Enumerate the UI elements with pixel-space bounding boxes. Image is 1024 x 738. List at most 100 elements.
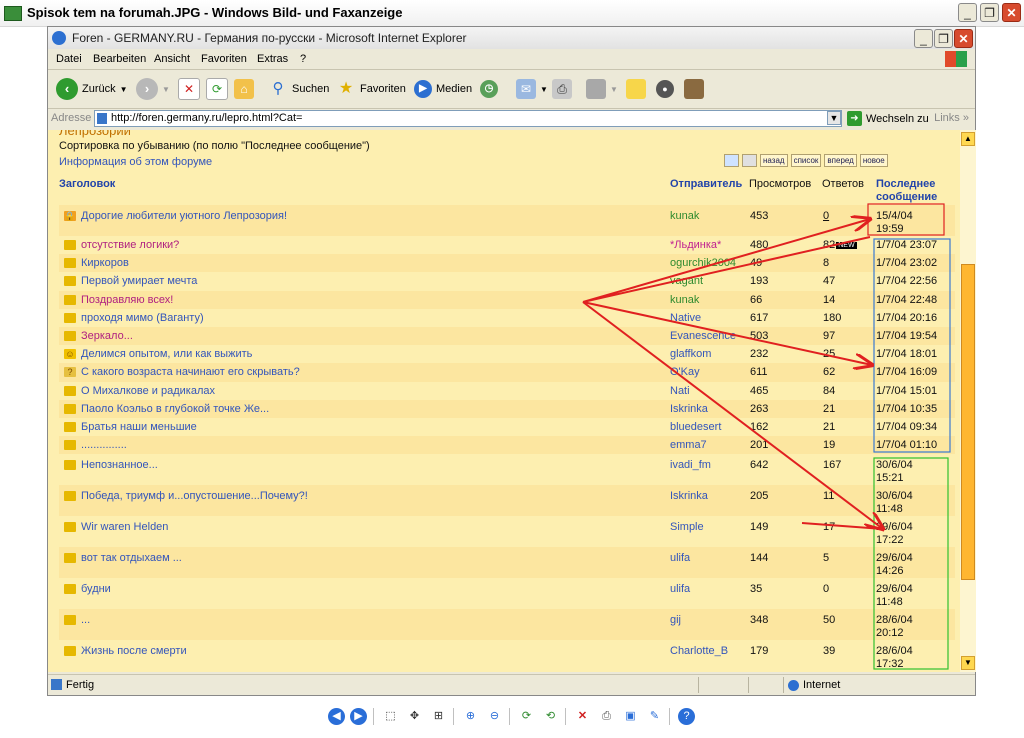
globe-icon (788, 679, 799, 691)
status-divider (783, 677, 784, 693)
printer-icon: ⎙ (552, 79, 572, 99)
go-arrow-icon: ➜ (847, 111, 862, 126)
next-image-button[interactable]: ▶ (350, 708, 367, 725)
edit-icon (586, 79, 606, 99)
previous-image-button[interactable]: ◀ (328, 708, 345, 725)
menu-edit[interactable]: Bearbeiten (93, 53, 146, 65)
search-label: Suchen (292, 83, 330, 95)
page-status-icon (51, 679, 62, 690)
actual-size-icon[interactable]: ✥ (406, 708, 423, 725)
red-arrow (801, 522, 884, 530)
zone-label: Internet (803, 679, 841, 691)
maximize-button[interactable]: ❐ (980, 3, 999, 22)
mail-icon: ✉ (516, 79, 536, 99)
messenger-button[interactable]: ● (656, 77, 674, 101)
links-label: Links (934, 112, 960, 124)
zoom-out-icon[interactable]: ⊖ (486, 708, 503, 725)
green-highlight-box (873, 457, 949, 670)
red-arrow (582, 301, 883, 529)
viewer-title: Spisok tem na forumah.JPG - Windows Bild… (27, 5, 403, 20)
close-button[interactable]: ✕ (1002, 3, 1021, 22)
edit-image-icon[interactable]: ✎ (646, 708, 663, 725)
edit-button[interactable]: ▼ (586, 77, 618, 101)
back-dropdown-icon[interactable]: ▼ (120, 85, 128, 94)
address-url: http://foren.germany.ru/lepro.html?Cat= (111, 112, 303, 124)
vertical-scrollbar[interactable]: ▲ ▼ (960, 130, 976, 672)
scroll-down-arrow-icon[interactable]: ▼ (961, 656, 975, 670)
best-fit-icon[interactable]: ⬚ (382, 708, 399, 725)
forward-dropdown-icon[interactable]: ▼ (162, 85, 170, 94)
toolbar-divider (509, 708, 510, 725)
history-icon: ◷ (480, 80, 498, 98)
links-toolbar[interactable]: Links » (934, 112, 969, 124)
history-button[interactable]: ◷ (480, 77, 498, 101)
status-text: Fertig (66, 679, 95, 691)
scroll-up-arrow-icon[interactable]: ▲ (961, 132, 975, 146)
menu-favorites[interactable]: Favoriten (201, 53, 247, 65)
scroll-thumb[interactable] (961, 264, 975, 580)
print-icon[interactable]: ⎙ (598, 708, 615, 725)
refresh-button[interactable]: ⟳ (206, 77, 228, 101)
red-arrow (582, 301, 872, 365)
star-icon: ★ (338, 80, 354, 97)
refresh-icon: ⟳ (206, 78, 228, 100)
browser-minimize-button[interactable]: _ (914, 29, 933, 48)
save-icon[interactable]: ▣ (622, 708, 639, 725)
image-viewer-icon (4, 6, 22, 21)
toolbar-divider (373, 708, 374, 725)
home-button[interactable]: ⌂ (234, 77, 254, 101)
address-input[interactable]: http://foren.germany.ru/lepro.html?Cat= (94, 110, 842, 127)
red-highlight-box (867, 203, 945, 236)
back-label: Zurück (82, 83, 116, 95)
zoom-in-icon[interactable]: ⊕ (462, 708, 479, 725)
toolbar-divider (565, 708, 566, 725)
delete-icon[interactable]: ✕ (574, 708, 591, 725)
red-arrow (582, 219, 870, 303)
print-button[interactable]: ⎙ (552, 77, 572, 101)
menu-tools[interactable]: Extras (257, 53, 288, 65)
browser-toolbar: ‹ Zurück ▼ › ▼ ✕ ⟳ ⌂ ⚲ Suchen ★ Favorite… (48, 70, 975, 109)
note-icon (626, 79, 646, 99)
forward-button[interactable]: › ▼ (136, 77, 170, 101)
help-icon[interactable]: ? (678, 708, 695, 725)
menu-bar: Datei Bearbeiten Ansicht Favoriten Extra… (48, 49, 975, 70)
page-icon (97, 113, 107, 124)
viewer-toolbar (0, 700, 1024, 738)
media-button[interactable]: ▶ Medien (414, 77, 472, 101)
search-button[interactable]: ⚲ Suchen (268, 77, 330, 101)
favorites-button[interactable]: ★ Favoriten (336, 77, 406, 101)
blue-highlight-box (873, 238, 951, 453)
back-button[interactable]: ‹ Zurück ▼ (56, 77, 128, 101)
notes-button[interactable] (626, 77, 646, 101)
status-bar: Fertig Internet (48, 674, 975, 696)
mail-button[interactable]: ✉ ▼ (516, 77, 548, 101)
research-button[interactable] (684, 77, 704, 101)
home-icon: ⌂ (234, 79, 254, 99)
messenger-icon: ● (656, 80, 674, 98)
status-divider (748, 677, 749, 693)
search-icon: ⚲ (272, 80, 284, 97)
annotation-overlay (582, 203, 951, 670)
edit-dropdown-icon[interactable]: ▼ (610, 85, 618, 94)
stop-button[interactable]: ✕ (178, 77, 200, 101)
minimize-button[interactable]: _ (958, 3, 977, 22)
toolbar-divider (453, 708, 454, 725)
favorites-label: Favoriten (360, 83, 406, 95)
menu-view[interactable]: Ansicht (154, 53, 190, 65)
mail-dropdown-icon[interactable]: ▼ (540, 85, 548, 94)
go-label: Wechseln zu (866, 112, 929, 125)
menu-file[interactable]: Datei (56, 53, 82, 65)
back-arrow-icon: ‹ (56, 78, 78, 100)
stop-icon: ✕ (178, 78, 200, 100)
browser-maximize-button[interactable]: ❐ (934, 29, 953, 48)
menu-help[interactable]: ? (300, 53, 306, 65)
go-button[interactable]: ➜ Wechseln zu (847, 111, 929, 126)
toolbar-divider (669, 708, 670, 725)
slideshow-icon[interactable]: ⊞ (430, 708, 447, 725)
browser-close-button[interactable]: ✕ (954, 29, 973, 48)
research-icon (684, 79, 704, 99)
rotate-counterclockwise-icon[interactable]: ⟲ (542, 708, 559, 725)
viewer-titlebar: Spisok tem na forumah.JPG - Windows Bild… (0, 0, 1024, 27)
rotate-clockwise-icon[interactable]: ⟳ (518, 708, 535, 725)
address-dropdown-icon[interactable]: ▼ (827, 111, 841, 125)
